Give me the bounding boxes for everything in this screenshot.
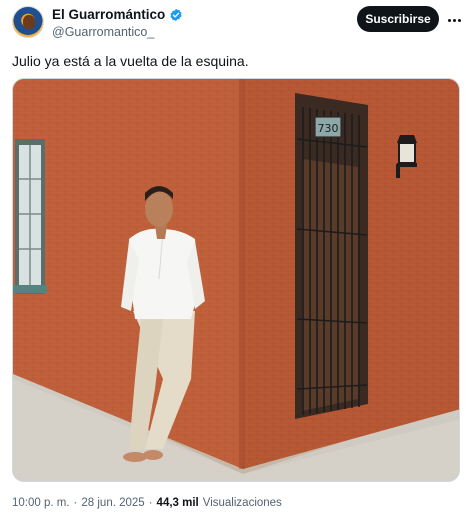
meta-separator: · [73, 497, 78, 509]
author-handle[interactable]: @Guarromantico_ [52, 25, 154, 39]
tweet-photo[interactable]: 730 [12, 78, 460, 482]
house-number: 730 [318, 122, 339, 135]
avatar[interactable] [12, 6, 44, 38]
author-display-name[interactable]: El Guarromántico [52, 7, 165, 22]
verified-badge-icon [170, 8, 182, 21]
meta-separator-2: · [148, 497, 153, 509]
author-name-row[interactable]: El Guarromántico [52, 7, 183, 22]
tweet-meta: 10:00 p. m. · 28 jun. 2025 · 44,3 mil Vi… [12, 497, 282, 509]
views-label[interactable]: Visualizaciones [203, 497, 282, 509]
more-horizontal-icon[interactable] [446, 12, 462, 28]
tweet-text: Julio ya está a la vuelta de la esquina. [12, 53, 249, 69]
views-count[interactable]: 44,3 mil [157, 497, 199, 509]
photo-scene: 730 [13, 79, 459, 481]
subscribe-button[interactable]: Suscribirse [357, 6, 439, 32]
tweet: El Guarromántico @Guarromantico_ Suscrib… [0, 0, 474, 526]
tweet-date[interactable]: 28 jun. 2025 [81, 497, 144, 509]
avatar-figure [23, 15, 35, 29]
tweet-time[interactable]: 10:00 p. m. [12, 497, 70, 509]
